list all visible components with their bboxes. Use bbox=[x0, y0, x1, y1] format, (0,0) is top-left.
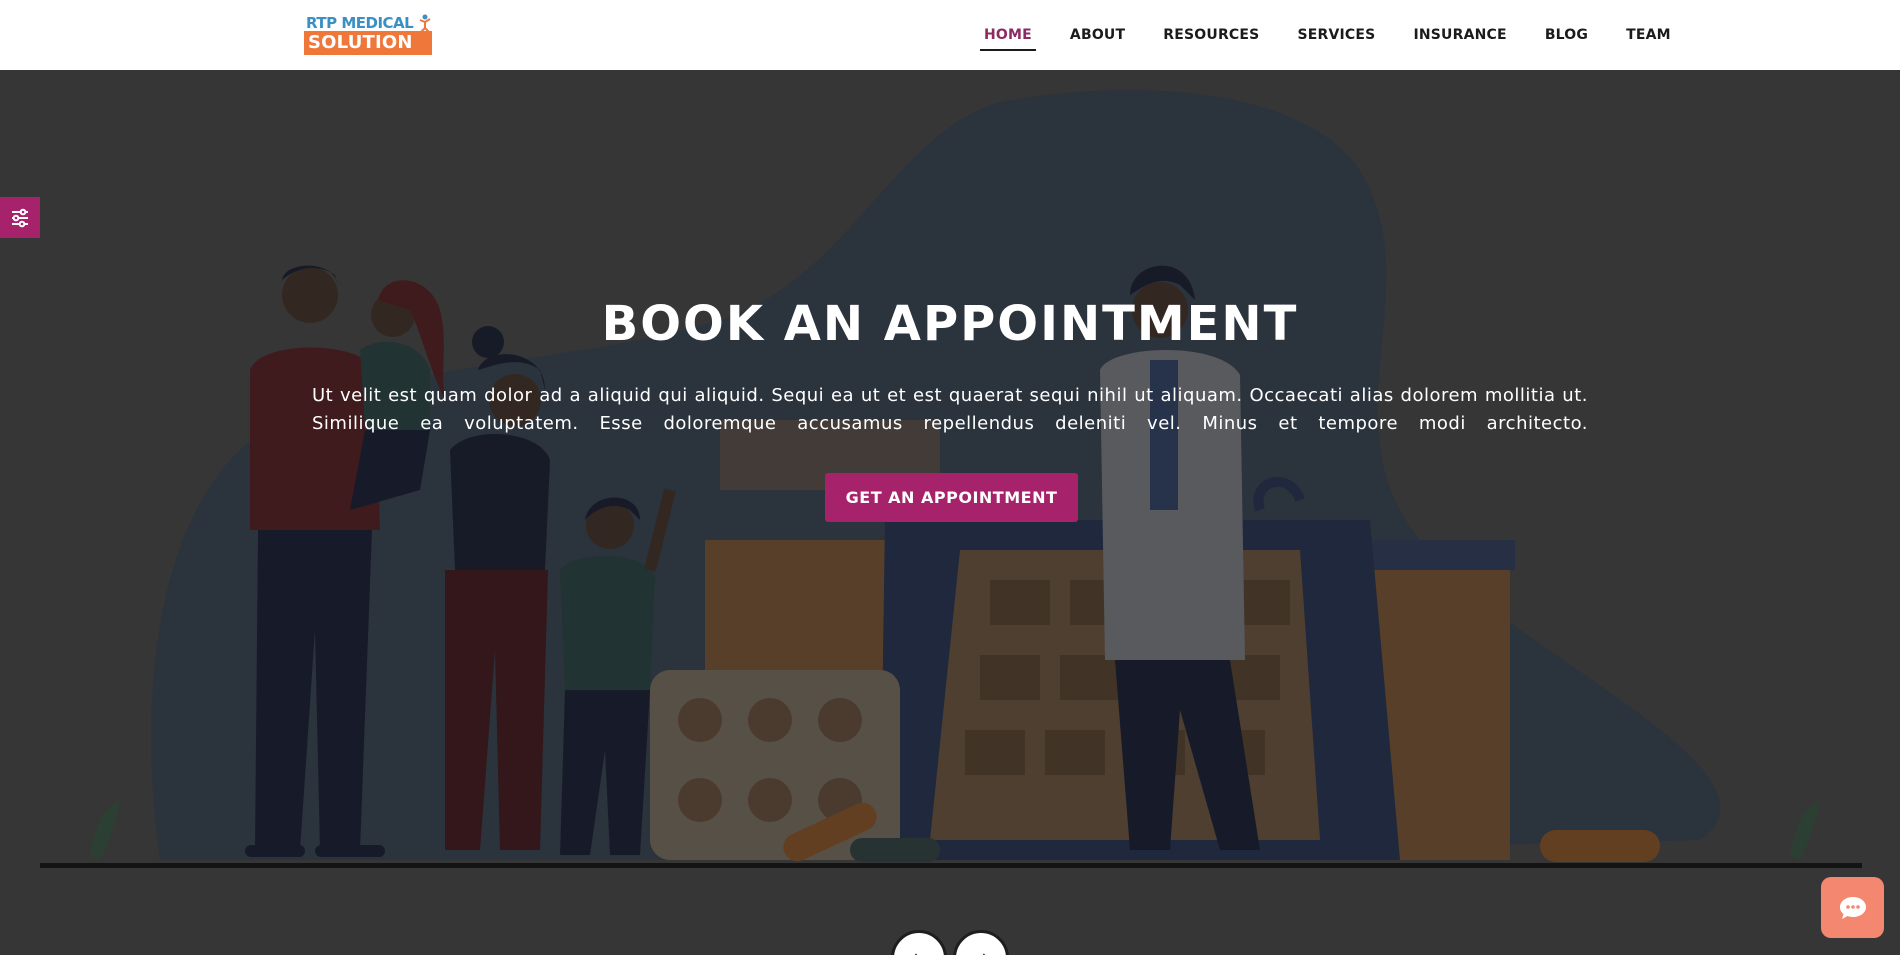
site-logo[interactable]: RTP MEDICAL SOLUTION bbox=[304, 14, 434, 56]
site-header: RTP MEDICAL SOLUTION HOME ABOUT RESOURCE… bbox=[0, 0, 1900, 70]
nav-item-insurance[interactable]: INSURANCE bbox=[1409, 19, 1510, 51]
arrow-right-icon: → bbox=[974, 947, 987, 955]
nav-item-resources[interactable]: RESOURCES bbox=[1159, 19, 1263, 51]
logo-bottom-text: SOLUTION bbox=[304, 31, 432, 55]
logo-top-text: RTP MEDICAL bbox=[306, 14, 414, 32]
nav-item-blog[interactable]: BLOG bbox=[1541, 19, 1592, 51]
nav-item-services[interactable]: SERVICES bbox=[1293, 19, 1379, 51]
chat-button[interactable] bbox=[1821, 877, 1884, 938]
sliders-icon bbox=[12, 208, 28, 227]
hero-title: BOOK AN APPOINTMENT bbox=[601, 296, 1299, 352]
nav-item-home[interactable]: HOME bbox=[980, 19, 1036, 51]
nav-item-team[interactable]: TEAM bbox=[1622, 19, 1675, 51]
chat-bubble-icon bbox=[1839, 896, 1866, 919]
settings-tab[interactable] bbox=[0, 197, 40, 238]
hero-description: Ut velit est quam dolor ad a aliquid qui… bbox=[312, 385, 1588, 434]
main-nav: HOME ABOUT RESOURCES SERVICES INSURANCE … bbox=[980, 0, 1705, 70]
get-appointment-button[interactable]: GET AN APPOINTMENT bbox=[825, 473, 1078, 522]
arrow-left-icon: ← bbox=[912, 947, 925, 955]
nav-item-about[interactable]: ABOUT bbox=[1066, 19, 1129, 51]
logo-figure-icon bbox=[419, 14, 431, 32]
